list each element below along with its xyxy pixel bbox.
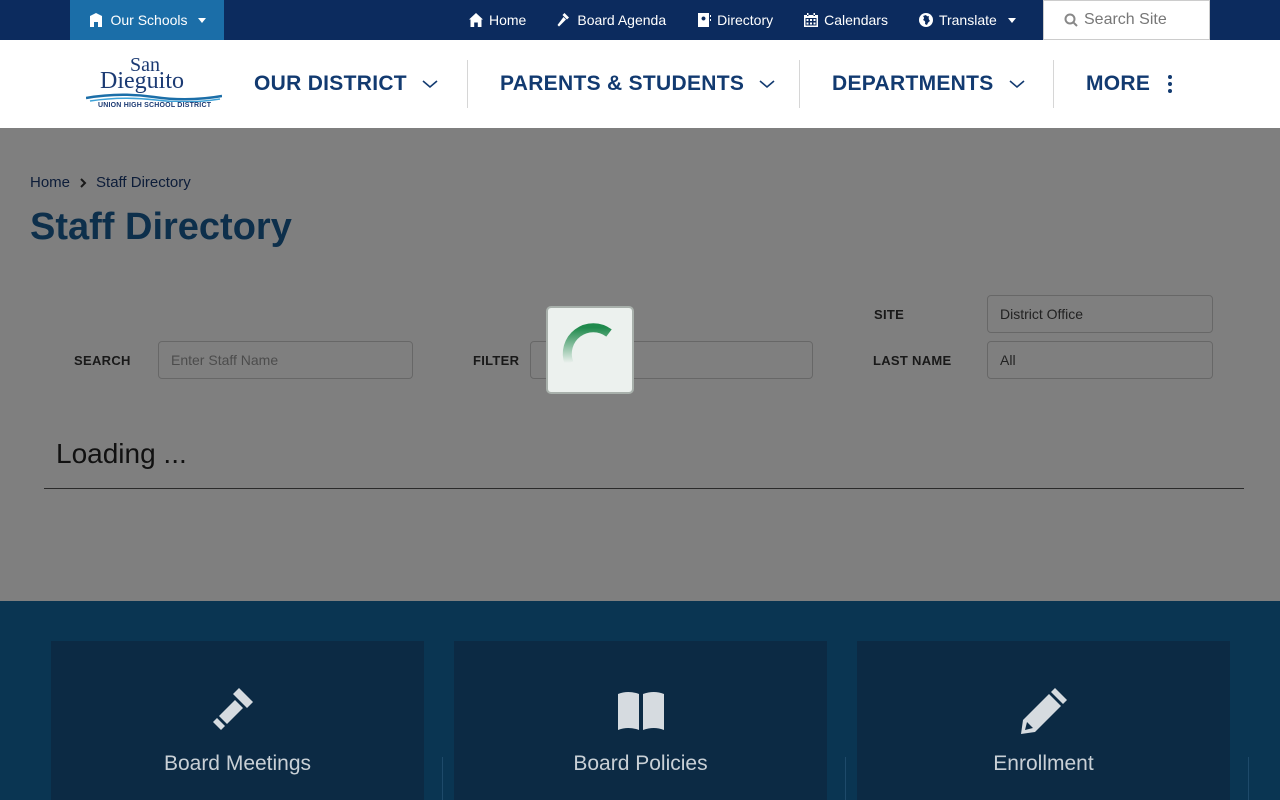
card-separator (845, 757, 846, 800)
util-link-home[interactable]: Home (468, 12, 526, 28)
logo-text-subtitle: UNION HIGH SCHOOL DISTRICT (98, 102, 212, 109)
nav-more[interactable]: MORE (1086, 40, 1173, 128)
chevron-down-icon (1009, 80, 1025, 89)
nav-divider (1053, 60, 1054, 108)
quick-link-label: Board Policies (573, 752, 708, 775)
nav-label: OUR DISTRICT (254, 72, 407, 95)
quick-link-board-meetings[interactable]: Board Meetings (51, 641, 424, 800)
utility-bar: Our Schools Home Board Agenda Directory … (0, 0, 1280, 40)
search-site-input[interactable]: Search Site (1043, 0, 1210, 40)
nav-label: DEPARTMENTS (832, 72, 994, 95)
search-site-placeholder: Search Site (1084, 11, 1167, 28)
util-link-label: Home (489, 12, 527, 28)
open-book-icon (617, 692, 664, 730)
gavel-icon (557, 13, 570, 27)
district-logo[interactable]: San Dieguito UNION HIGH SCHOOL DISTRICT (86, 54, 222, 114)
logo-wave-icon (86, 93, 222, 102)
util-link-label: Calendars (824, 12, 888, 28)
util-link-calendars[interactable]: Calendars (803, 12, 888, 28)
vertical-dots-icon (1168, 75, 1173, 93)
quick-link-label: Board Meetings (163, 752, 312, 775)
gavel-icon (212, 688, 253, 730)
nav-divider (799, 60, 800, 108)
footer-quick-links: Board Meetings Board Policies Enrollment (0, 601, 1280, 800)
search-icon (1064, 13, 1078, 27)
loading-spinner (546, 306, 634, 394)
loading-overlay (0, 128, 1280, 601)
util-link-label: Board Agenda (577, 12, 667, 28)
calendar-icon (804, 13, 819, 27)
util-link-directory[interactable]: Directory (696, 12, 773, 28)
nav-our-district[interactable]: OUR DISTRICT (254, 40, 439, 128)
quick-link-board-policies[interactable]: Board Policies (454, 641, 827, 800)
home-icon (469, 13, 483, 27)
card-separator (1248, 757, 1249, 800)
nav-parents-students[interactable]: PARENTS & STUDENTS (500, 40, 776, 128)
spinner-icon (562, 323, 612, 365)
main-nav: San Dieguito UNION HIGH SCHOOL DISTRICT … (0, 40, 1280, 128)
quick-link-label: Enrollment (993, 752, 1094, 775)
caret-down-icon (1007, 17, 1016, 23)
util-link-translate[interactable]: Translate (918, 12, 1016, 28)
pencil-icon (1020, 688, 1067, 734)
chevron-down-icon (759, 80, 775, 89)
caret-down-icon (197, 17, 206, 23)
our-schools-label: Our Schools (110, 12, 188, 28)
card-separator (442, 757, 443, 800)
nav-departments[interactable]: DEPARTMENTS (832, 40, 1026, 128)
chevron-down-icon (422, 80, 438, 89)
globe-icon (918, 13, 933, 27)
school-icon (90, 13, 103, 27)
our-schools-dropdown[interactable]: Our Schools (70, 0, 224, 40)
util-link-label: Directory (717, 12, 774, 28)
util-link-label: Translate (938, 12, 997, 28)
nav-label: PARENTS & STUDENTS (500, 72, 745, 95)
logo-text-dieguito: Dieguito (100, 68, 184, 94)
nav-divider (467, 60, 468, 108)
quick-link-enrollment[interactable]: Enrollment (857, 641, 1230, 800)
nav-label: MORE (1086, 72, 1151, 95)
contact-book-icon (698, 13, 712, 27)
util-link-board-agenda[interactable]: Board Agenda (556, 12, 666, 28)
